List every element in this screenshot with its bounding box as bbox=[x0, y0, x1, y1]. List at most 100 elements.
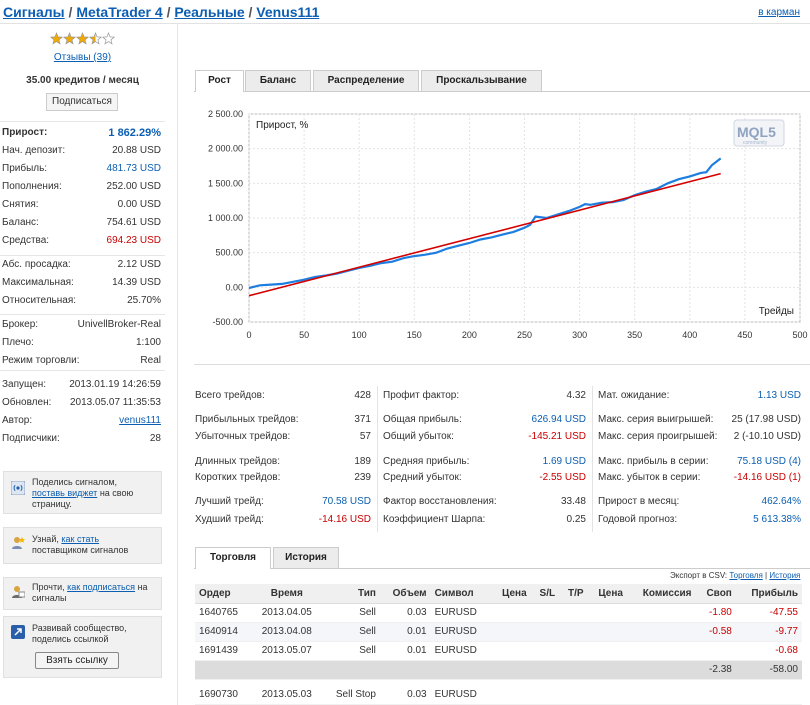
table-cell bbox=[491, 641, 531, 661]
stats-divider bbox=[194, 364, 810, 365]
table-cell bbox=[491, 685, 531, 705]
trade-stat: Худший трейд: -14.16 USD bbox=[195, 514, 371, 527]
table-header[interactable]: Время bbox=[251, 584, 322, 604]
trade-stat-label: Мат. ожидание: bbox=[598, 390, 670, 401]
trade-stat-value: 189 bbox=[354, 456, 371, 467]
how-to-subscribe-link[interactable]: как подписаться bbox=[67, 582, 135, 592]
table-header[interactable]: Тип bbox=[321, 584, 380, 604]
y-tick-label: 500.00 bbox=[215, 248, 243, 258]
community-text: Развивай сообщество, поделись ссылкой bbox=[32, 623, 127, 644]
divider bbox=[0, 121, 165, 122]
trade-stat: Всего трейдов: 428 bbox=[195, 390, 371, 403]
stat-label: Баланс: bbox=[2, 217, 39, 228]
table-header[interactable]: T/P bbox=[559, 584, 588, 604]
provider-text: поставщиком сигналов bbox=[32, 545, 129, 555]
csv-history-link[interactable]: История bbox=[769, 571, 800, 580]
pending-order-row[interactable]: 1690730 2013.05.03 Sell Stop 0.03 EURUSD bbox=[195, 685, 802, 705]
table-row[interactable]: 1691439 2013.05.07 Sell 0.01 EURUSD -0.68 bbox=[195, 641, 802, 661]
tab-history[interactable]: История bbox=[273, 547, 339, 568]
trade-stat: Макс. серия выигрышей: 25 (17.98 USD) bbox=[598, 414, 801, 427]
table-row[interactable]: 1640765 2013.04.05 Sell 0.03 EURUSD -1.80 -47.… bbox=[195, 603, 802, 623]
table-cell bbox=[559, 685, 588, 705]
table-cell: 1640914 bbox=[195, 622, 252, 642]
reviews-link[interactable]: Отзывы (39) bbox=[0, 52, 165, 63]
trade-stat-label: Общая прибыль: bbox=[383, 414, 462, 425]
table-cell bbox=[559, 660, 588, 680]
breadcrumb-signals[interactable]: Сигналы bbox=[3, 4, 65, 20]
author-link[interactable]: venus111 bbox=[119, 415, 161, 426]
trade-stat: Прирост в месяц: 462.64% bbox=[598, 496, 801, 509]
table-header[interactable]: Объем bbox=[379, 584, 431, 604]
trade-stat: Годовой прогноз: 5 613.38% bbox=[598, 514, 801, 527]
table-cell: -0.58 bbox=[695, 622, 736, 642]
trade-stat-label: Макс. убыток в серии: bbox=[598, 472, 701, 483]
place-widget-link[interactable]: поставь виджет bbox=[32, 488, 97, 498]
table-header[interactable]: Символ bbox=[430, 584, 492, 604]
add-to-cart-link[interactable]: в карман bbox=[758, 7, 800, 18]
trade-stat: Убыточных трейдов: 57 bbox=[195, 431, 371, 444]
share-link-box: Развивай сообщество, поделись ссылкой Вз… bbox=[3, 616, 162, 678]
stat-label: Средства: bbox=[2, 235, 50, 246]
trade-stat: Коэффициент Шарпа: 0.25 bbox=[383, 514, 586, 527]
breadcrumb-real[interactable]: Реальные bbox=[174, 4, 244, 20]
table-header[interactable]: Комиссия bbox=[626, 584, 696, 604]
divider bbox=[0, 255, 165, 256]
table-cell bbox=[321, 660, 380, 680]
stat-value: 694.23 USD bbox=[106, 235, 161, 246]
table-header[interactable]: Цена bbox=[491, 584, 531, 604]
become-provider-link[interactable]: как стать bbox=[61, 534, 99, 544]
table-cell: 1691439 bbox=[195, 641, 252, 661]
stat-value: 754.61 USD bbox=[106, 217, 161, 228]
table-cell: Sell Stop bbox=[321, 685, 380, 705]
tab-distribution[interactable]: Распределение bbox=[313, 70, 419, 91]
x-tick-label: 250 bbox=[517, 330, 532, 340]
learn-text: Узнай, bbox=[32, 534, 59, 544]
trade-stat-value: 57 bbox=[359, 431, 371, 442]
bottom-tab-baseline bbox=[194, 568, 810, 569]
table-cell: 2013.04.05 bbox=[251, 603, 322, 623]
trade-stat-value: 75.18 USD (4) bbox=[737, 456, 801, 467]
breadcrumb-sep: / bbox=[166, 4, 171, 20]
tab-growth[interactable]: Рост bbox=[195, 70, 244, 92]
trade-stat-value: 371 bbox=[354, 414, 371, 425]
trade-stat: Средний убыток: -2.55 USD bbox=[383, 472, 586, 485]
breadcrumb-venus111[interactable]: Venus111 bbox=[256, 4, 319, 20]
table-cell: 0.03 bbox=[379, 685, 431, 705]
table-header[interactable]: S/L bbox=[530, 584, 560, 604]
stat-value: 2.12 USD bbox=[117, 259, 161, 270]
trade-stat-label: Макс. серия проигрышей: bbox=[598, 431, 718, 442]
table-header[interactable]: Прибыль bbox=[735, 584, 802, 604]
table-row[interactable]: 1640914 2013.04.08 Sell 0.01 EURUSD -0.58 -9.7… bbox=[195, 622, 802, 642]
divider bbox=[0, 314, 165, 315]
csv-export: Экспорт в CSV: Торговля | История bbox=[670, 571, 800, 580]
y-tick-label: 1 500.00 bbox=[208, 178, 243, 188]
get-link-button[interactable]: Взять ссылку bbox=[35, 652, 119, 669]
tab-trading[interactable]: Торговля bbox=[195, 547, 271, 569]
trade-stat-label: Фактор восстановления: bbox=[383, 496, 497, 507]
table-header[interactable]: Ордер bbox=[195, 584, 252, 604]
subscribe-button[interactable]: Подписаться bbox=[46, 93, 118, 111]
star-icon bbox=[88, 32, 103, 45]
stat-label: Подписчики: bbox=[2, 433, 60, 444]
reader-icon bbox=[12, 586, 25, 598]
trade-stat-label: Убыточных трейдов: bbox=[195, 431, 291, 442]
trade-stat-value: 4.32 bbox=[566, 390, 586, 401]
tab-slippage[interactable]: Проскальзывание bbox=[421, 70, 542, 91]
x-tick-label: 500 bbox=[792, 330, 807, 340]
stat-label: Пополнения: bbox=[2, 181, 62, 192]
stat-row: Автор: venus111 bbox=[2, 415, 163, 431]
table-header[interactable]: Цена bbox=[587, 584, 627, 604]
breadcrumb-metatrader4[interactable]: MetaTrader 4 bbox=[76, 4, 162, 20]
trade-stat-label: Всего трейдов: bbox=[195, 390, 265, 401]
y-tick-label: 2 500.00 bbox=[208, 109, 243, 119]
stat-value: Real bbox=[140, 355, 161, 366]
csv-trading-link[interactable]: Торговля bbox=[729, 571, 762, 580]
trade-stat: Прибыльных трейдов: 371 bbox=[195, 414, 371, 427]
stat-value: 1:100 bbox=[135, 337, 161, 348]
table-header[interactable]: Своп bbox=[695, 584, 736, 604]
breadcrumb-sep: / bbox=[68, 4, 73, 20]
trade-stat-value: 462.64% bbox=[761, 496, 801, 507]
table-cell: 0.01 bbox=[379, 622, 431, 642]
tab-balance[interactable]: Баланс bbox=[245, 70, 311, 91]
trade-stat-value: 1.69 USD bbox=[542, 456, 586, 467]
